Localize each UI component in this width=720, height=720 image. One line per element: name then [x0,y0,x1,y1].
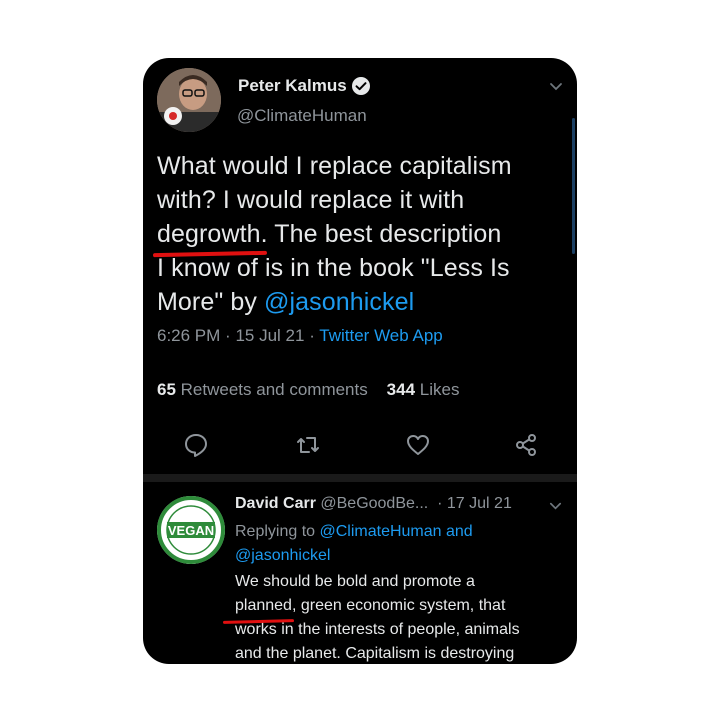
tweet-source-app[interactable]: Twitter Web App [319,326,442,345]
tweet-line: with? I would replace it with [157,186,465,214]
tweet-meta: 6:26 PM · 15 Jul 21 · Twitter Web App [157,326,443,345]
tweet-screen: Peter Kalmus @ClimateHuman What would I … [143,58,577,664]
reply-author-name[interactable]: David Carr [235,495,316,512]
scrollbar[interactable] [572,118,575,254]
tweet-date[interactable]: 15 Jul 21 [235,326,304,345]
likes-label[interactable]: Likes [420,380,460,399]
reply-header: David Carr @BeGoodBe... · 17 Jul 21 [235,495,512,512]
verified-badge-icon [352,77,370,95]
mention-link[interactable]: @ClimateHuman [320,523,442,540]
author-handle[interactable]: @ClimateHuman [237,106,367,126]
action-bar [183,432,553,462]
tweet-time[interactable]: 6:26 PM [157,326,220,345]
chevron-down-icon[interactable] [548,498,563,513]
author-name[interactable]: Peter Kalmus [238,76,347,96]
retweets-count[interactable]: 65 [157,380,176,399]
engagement-counts: 65 Retweets and comments 344 Likes [157,380,459,400]
underlined-word: planned [222,594,294,624]
tweet-line: More" by @jasonhickel [157,288,415,316]
likes-count[interactable]: 344 [387,380,415,399]
underlined-word: degrowth [152,217,267,258]
reply-author-handle[interactable]: @BeGoodBe... [320,495,428,512]
reply-icon[interactable] [183,432,209,458]
tweet-line: I know of is in the book "Less Is [157,254,510,282]
replying-to: Replying to @ClimateHuman and @jasonhick… [235,523,473,564]
share-icon[interactable] [513,432,539,458]
mention-link[interactable]: @jasonhickel [235,547,330,564]
section-divider [143,474,577,482]
reply-date[interactable]: 17 Jul 21 [447,495,512,512]
tweet-line: degrowth. The best description [152,217,567,258]
reply-text: We should be bold and promote a planned,… [222,570,575,664]
retweets-label[interactable]: Retweets and comments [181,380,368,399]
retweet-icon[interactable] [295,432,321,458]
tweet-line: What would I replace capitalism [157,152,512,180]
mention-link[interactable]: @jasonhickel [264,288,414,316]
reply-line: and the planet. Capitalism is destroying [235,645,515,662]
reply-line: planned, green economic system, that [222,594,575,624]
reply-line: We should be bold and promote a [235,573,475,590]
tweet-text: What would I replace capitalism with? I … [152,149,567,319]
vegan-badge-text: VEGAN [168,523,214,538]
author-avatar[interactable] [157,68,221,132]
reply-author-avatar[interactable]: VEGAN [157,496,225,564]
like-icon[interactable] [405,432,431,458]
chevron-down-icon[interactable] [548,78,564,94]
